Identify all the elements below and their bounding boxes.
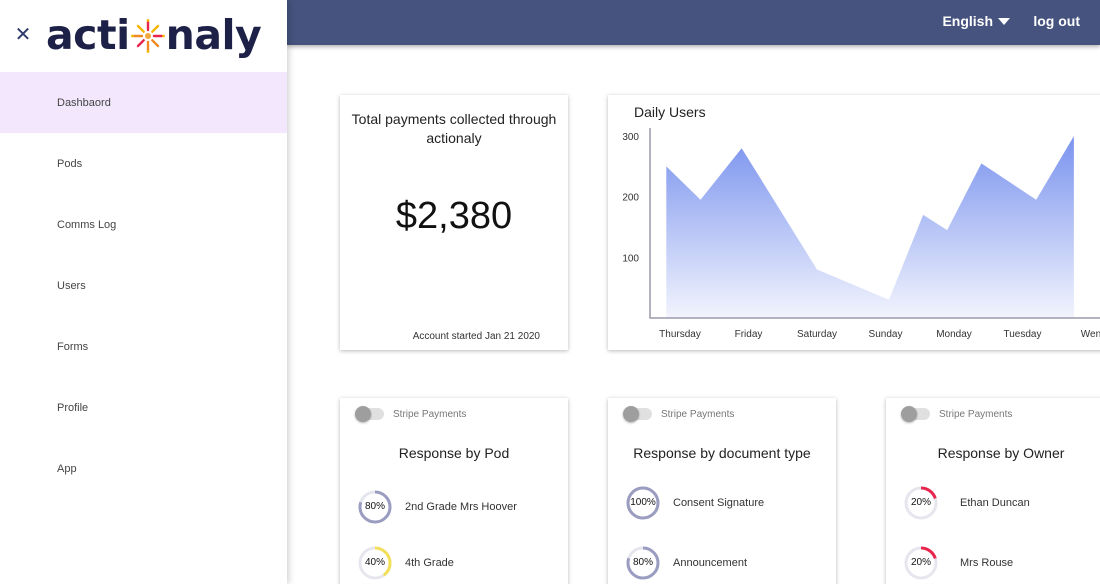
daily-users-chart: 100 200 300 Thursday Friday Saturday Sunday Mon… <box>622 128 1100 340</box>
y-tick-label: 300 <box>622 132 639 143</box>
response-item: 20% Mrs Rouse <box>904 546 1013 580</box>
chevron-down-icon <box>998 17 1010 25</box>
x-tick-label: Saturday <box>797 329 837 340</box>
sidebar-item-dashboard[interactable]: Dashbaord <box>0 72 287 133</box>
sidebar-item-pods[interactable]: Pods <box>0 133 287 194</box>
sidebar-item-label: Profile <box>57 401 89 414</box>
response-by-pod-card: Stripe Payments Response by Pod 80% 2nd … <box>340 398 568 584</box>
logout-button[interactable]: log out <box>1033 13 1080 29</box>
sidebar-nav: Dashbaord Pods Comms Log Users Forms Pro… <box>0 72 287 499</box>
toggle-label: Stripe Payments <box>939 408 1013 420</box>
toggle-track <box>623 406 652 422</box>
sidebar-item-app[interactable]: App <box>0 438 287 499</box>
account-started-text: Account started Jan 21 2020 <box>412 331 540 342</box>
sidebar-item-label: Pods <box>57 157 83 170</box>
toggle-track <box>355 406 384 422</box>
payments-title: Total payments collected through actiona… <box>351 111 557 146</box>
progress-ring: 80% <box>358 490 392 524</box>
close-icon[interactable]: ✕ <box>12 24 34 46</box>
sidebar-item-comms-log[interactable]: Comms Log <box>0 194 287 255</box>
app-logo[interactable]: acti naly <box>46 10 262 60</box>
sidebar-item-profile[interactable]: Profile <box>0 377 287 438</box>
x-tick-label: Thursday <box>659 329 701 340</box>
response-card-title: Response by Owner <box>937 445 1065 461</box>
progress-percent: 40% <box>364 557 385 568</box>
logo-text-right: naly <box>165 11 262 59</box>
progress-percent: 20% <box>910 557 931 568</box>
sidebar-item-label: Dashbaord <box>57 96 111 109</box>
progress-percent: 20% <box>910 497 931 508</box>
language-dropdown[interactable]: English <box>942 13 1010 29</box>
payments-amount: $2,380 <box>395 195 513 237</box>
sidebar: ✕ acti naly Dashbaord Pods Comms Log Use… <box>0 0 287 584</box>
daily-users-area <box>666 136 1074 318</box>
sidebar-item-forms[interactable]: Forms <box>0 316 287 377</box>
payments-card: Total payments collected through actiona… <box>340 95 568 350</box>
x-tick-label: Monday <box>936 329 972 340</box>
response-card-title: Response by Pod <box>398 445 510 461</box>
progress-percent: 80% <box>632 557 653 568</box>
response-by-owner-card: Stripe Payments Response by Owner 20% Et… <box>886 398 1100 584</box>
progress-ring: 80% <box>626 546 660 580</box>
logo-text-left: acti <box>46 11 130 59</box>
sidebar-item-label: Comms Log <box>57 218 117 231</box>
sidebar-item-label: Users <box>57 279 86 292</box>
y-tick-label: 200 <box>622 193 639 204</box>
response-item-label: Mrs Rouse <box>960 557 1014 569</box>
stripe-payments-toggle[interactable]: Stripe Payments <box>623 406 735 422</box>
y-tick-label: 100 <box>622 253 639 264</box>
language-label: English <box>942 13 993 29</box>
x-tick-label: Friday <box>735 329 763 340</box>
sidebar-item-label: App <box>57 462 77 475</box>
progress-ring: 100% <box>626 486 660 520</box>
sidebar-item-users[interactable]: Users <box>0 255 287 316</box>
response-item: 80% Announcement <box>626 546 747 580</box>
response-item: 40% 4th Grade <box>358 546 454 580</box>
progress-percent: 80% <box>364 501 385 512</box>
stripe-payments-toggle[interactable]: Stripe Payments <box>355 406 467 422</box>
response-by-document-type-card: Stripe Payments Response by document typ… <box>608 398 836 584</box>
progress-ring: 20% <box>904 546 938 580</box>
toggle-knob <box>623 406 639 422</box>
toggle-knob <box>355 406 371 422</box>
x-tick-label: Sunday <box>869 329 903 340</box>
progress-ring: 40% <box>358 546 392 580</box>
x-tick-label: Tuesday <box>1004 329 1042 340</box>
toggle-label: Stripe Payments <box>661 408 735 420</box>
stripe-payments-toggle[interactable]: Stripe Payments <box>901 406 1013 422</box>
toggle-label: Stripe Payments <box>393 408 467 420</box>
x-tick-label: Wen <box>1081 329 1100 340</box>
toggle-track <box>901 406 930 422</box>
response-item-label: Announcement <box>673 557 747 569</box>
progress-percent: 100% <box>630 497 656 508</box>
response-item: 100% Consent Signature <box>626 486 764 520</box>
logo-burst-icon <box>130 19 165 53</box>
response-item: 20% Ethan Duncan <box>904 486 1030 520</box>
response-item: 80% 2nd Grade Mrs Hoover <box>358 490 517 524</box>
top-bar: English log out <box>287 0 1100 45</box>
response-item-label: Consent Signature <box>673 497 765 509</box>
response-card-title: Response by document type <box>633 445 811 461</box>
daily-users-card: Daily Users 100 200 300 Thursday Friday Satur… <box>608 95 1100 350</box>
response-item-label: 2nd Grade Mrs Hoover <box>405 501 517 513</box>
progress-ring: 20% <box>904 486 938 520</box>
response-item-label: Ethan Duncan <box>960 497 1030 509</box>
response-item-label: 4th Grade <box>405 557 454 569</box>
sidebar-item-label: Forms <box>57 340 89 353</box>
toggle-knob <box>901 406 917 422</box>
